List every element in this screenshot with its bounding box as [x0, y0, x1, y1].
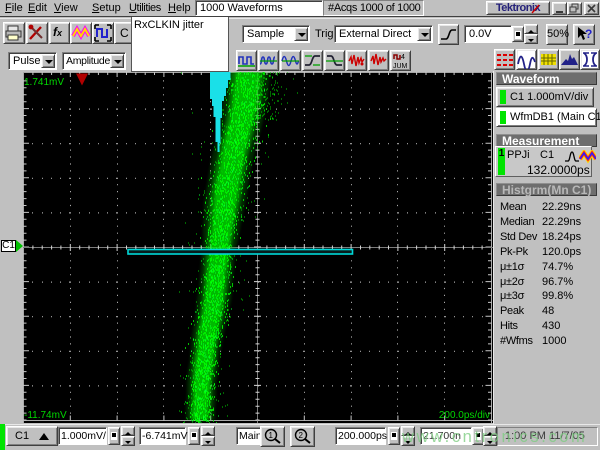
svg-text:JUM: JUM	[393, 63, 408, 70]
svg-text:200.0ps/div: 200.0ps/div	[439, 410, 490, 421]
svg-text:-11.74mV: -11.74mV	[24, 410, 67, 421]
svg-text:?: ?	[585, 27, 592, 41]
svg-text:1: 1	[269, 431, 274, 440]
svg-text:4: 4	[401, 54, 405, 61]
svg-text:2: 2	[299, 431, 304, 440]
svg-text:1.741mV: 1.741mV	[24, 77, 64, 88]
